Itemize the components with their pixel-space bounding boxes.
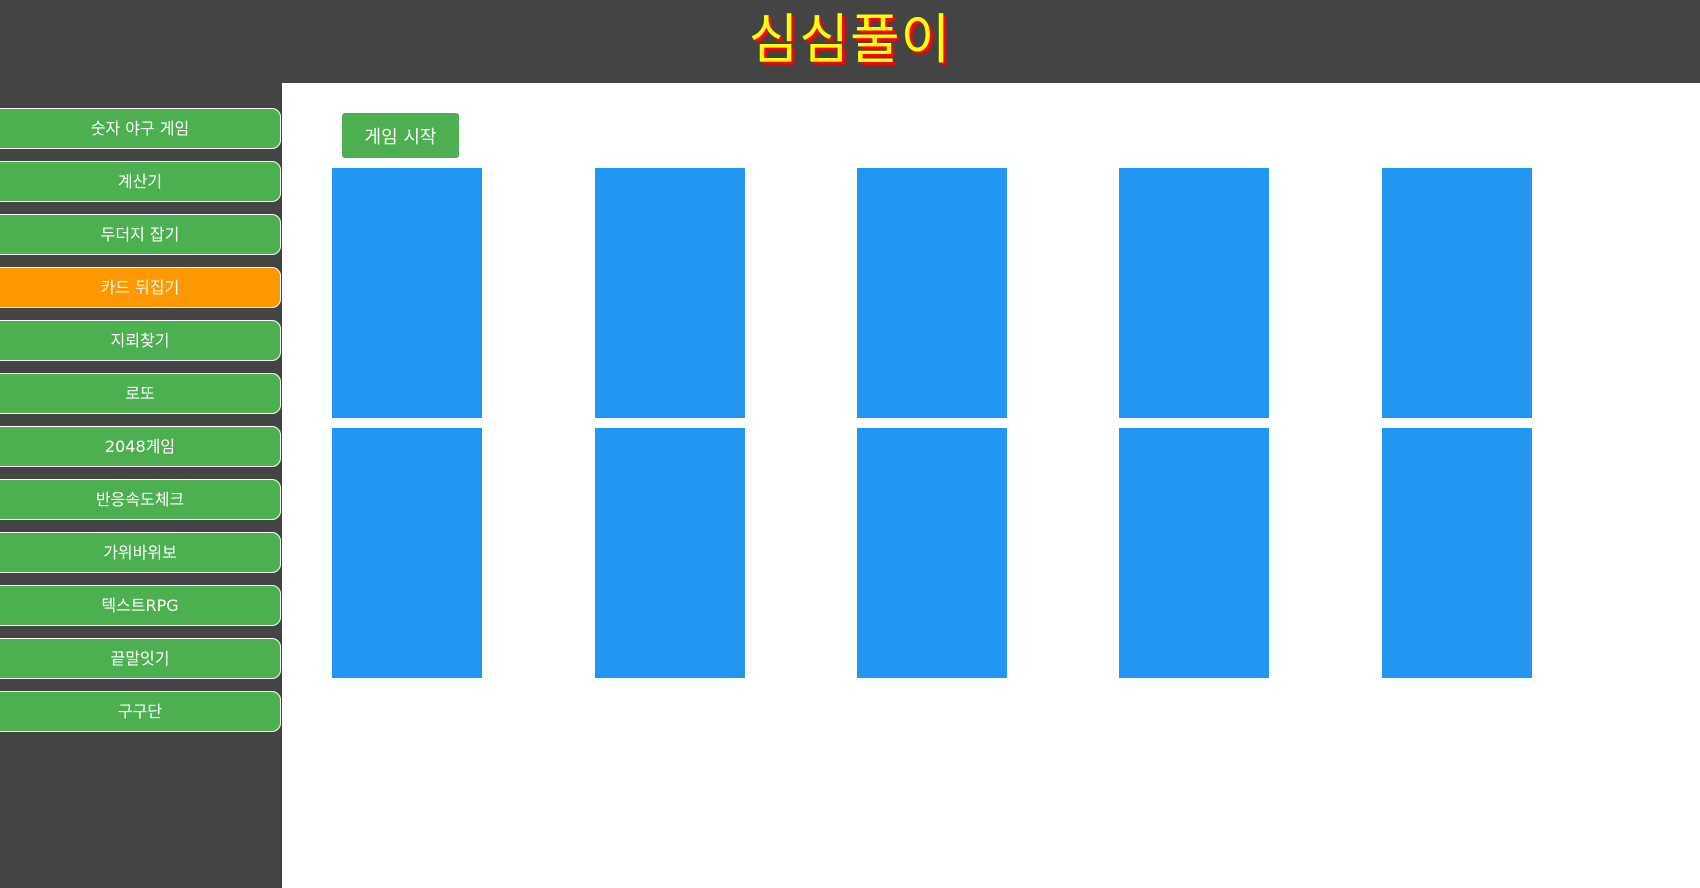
card-back[interactable] xyxy=(1382,168,1532,418)
sidebar-item-rock-paper-scissors[interactable]: 가위바위보 xyxy=(0,532,281,573)
card-back[interactable] xyxy=(1382,428,1532,678)
sidebar-item-multiplication-table[interactable]: 구구단 xyxy=(0,691,281,732)
site-title: 심심풀이 xyxy=(748,8,952,71)
sidebar-item-reaction-speed[interactable]: 반응속도체크 xyxy=(0,479,281,520)
header: 심심풀이 xyxy=(0,0,1700,83)
card-back[interactable] xyxy=(857,428,1007,678)
card-back[interactable] xyxy=(1119,168,1269,418)
card-back[interactable] xyxy=(332,168,482,418)
sidebar-item-card-flip[interactable]: 카드 뒤집기 xyxy=(0,267,281,308)
start-game-button[interactable]: 게임 시작 xyxy=(342,113,459,158)
main-content: 게임 시작 xyxy=(282,83,1700,888)
sidebar-item-minesweeper[interactable]: 지뢰찾기 xyxy=(0,320,281,361)
card-back[interactable] xyxy=(1119,428,1269,678)
sidebar-item-calculator[interactable]: 계산기 xyxy=(0,161,281,202)
sidebar-item-lotto[interactable]: 로또 xyxy=(0,373,281,414)
card-back[interactable] xyxy=(857,168,1007,418)
sidebar-item-whack-a-mole[interactable]: 두더지 잡기 xyxy=(0,214,281,255)
sidebar-item-word-chain[interactable]: 끝말잇기 xyxy=(0,638,281,679)
sidebar: 숫자 야구 게임 계산기 두더지 잡기 카드 뒤집기 지뢰찾기 로또 2048게… xyxy=(0,83,282,888)
card-back[interactable] xyxy=(595,428,745,678)
card-back[interactable] xyxy=(332,428,482,678)
sidebar-item-number-baseball[interactable]: 숫자 야구 게임 xyxy=(0,108,281,149)
card-back[interactable] xyxy=(595,168,745,418)
sidebar-item-2048[interactable]: 2048게임 xyxy=(0,426,281,467)
sidebar-item-text-rpg[interactable]: 텍스트RPG xyxy=(0,585,281,626)
